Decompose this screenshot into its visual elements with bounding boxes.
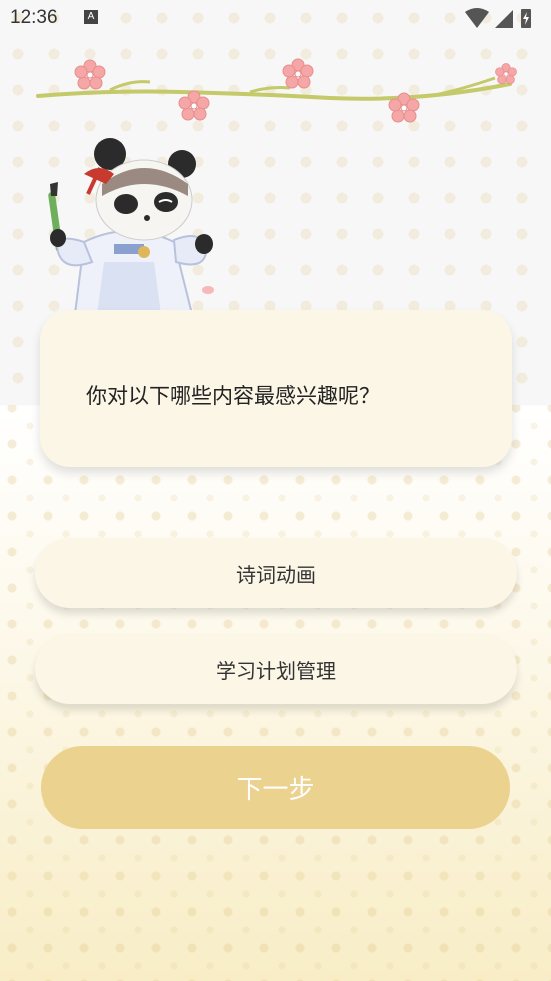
app-screen: 12:36 A 你对以下哪些内容最感兴趣呢？ 诗词动画 学习计划管理 下一步 bbox=[0, 0, 551, 981]
option-poetry-animation[interactable]: 诗词动画 bbox=[35, 538, 517, 608]
question-title: 你对以下哪些内容最感兴趣呢？ bbox=[86, 384, 380, 408]
status-bar: 12:36 A bbox=[0, 0, 551, 38]
signal-icon bbox=[495, 10, 513, 28]
next-step-button[interactable]: 下一步 bbox=[41, 746, 510, 829]
status-icons bbox=[465, 8, 531, 28]
notification-badge: A bbox=[84, 10, 98, 24]
blossom-branch-illustration bbox=[36, 58, 517, 123]
question-card: 你对以下哪些内容最感兴趣呢？ bbox=[40, 310, 512, 467]
option-study-plan-management[interactable]: 学习计划管理 bbox=[35, 634, 517, 704]
wifi-icon bbox=[465, 8, 489, 28]
status-time: 12:36 bbox=[10, 7, 58, 28]
